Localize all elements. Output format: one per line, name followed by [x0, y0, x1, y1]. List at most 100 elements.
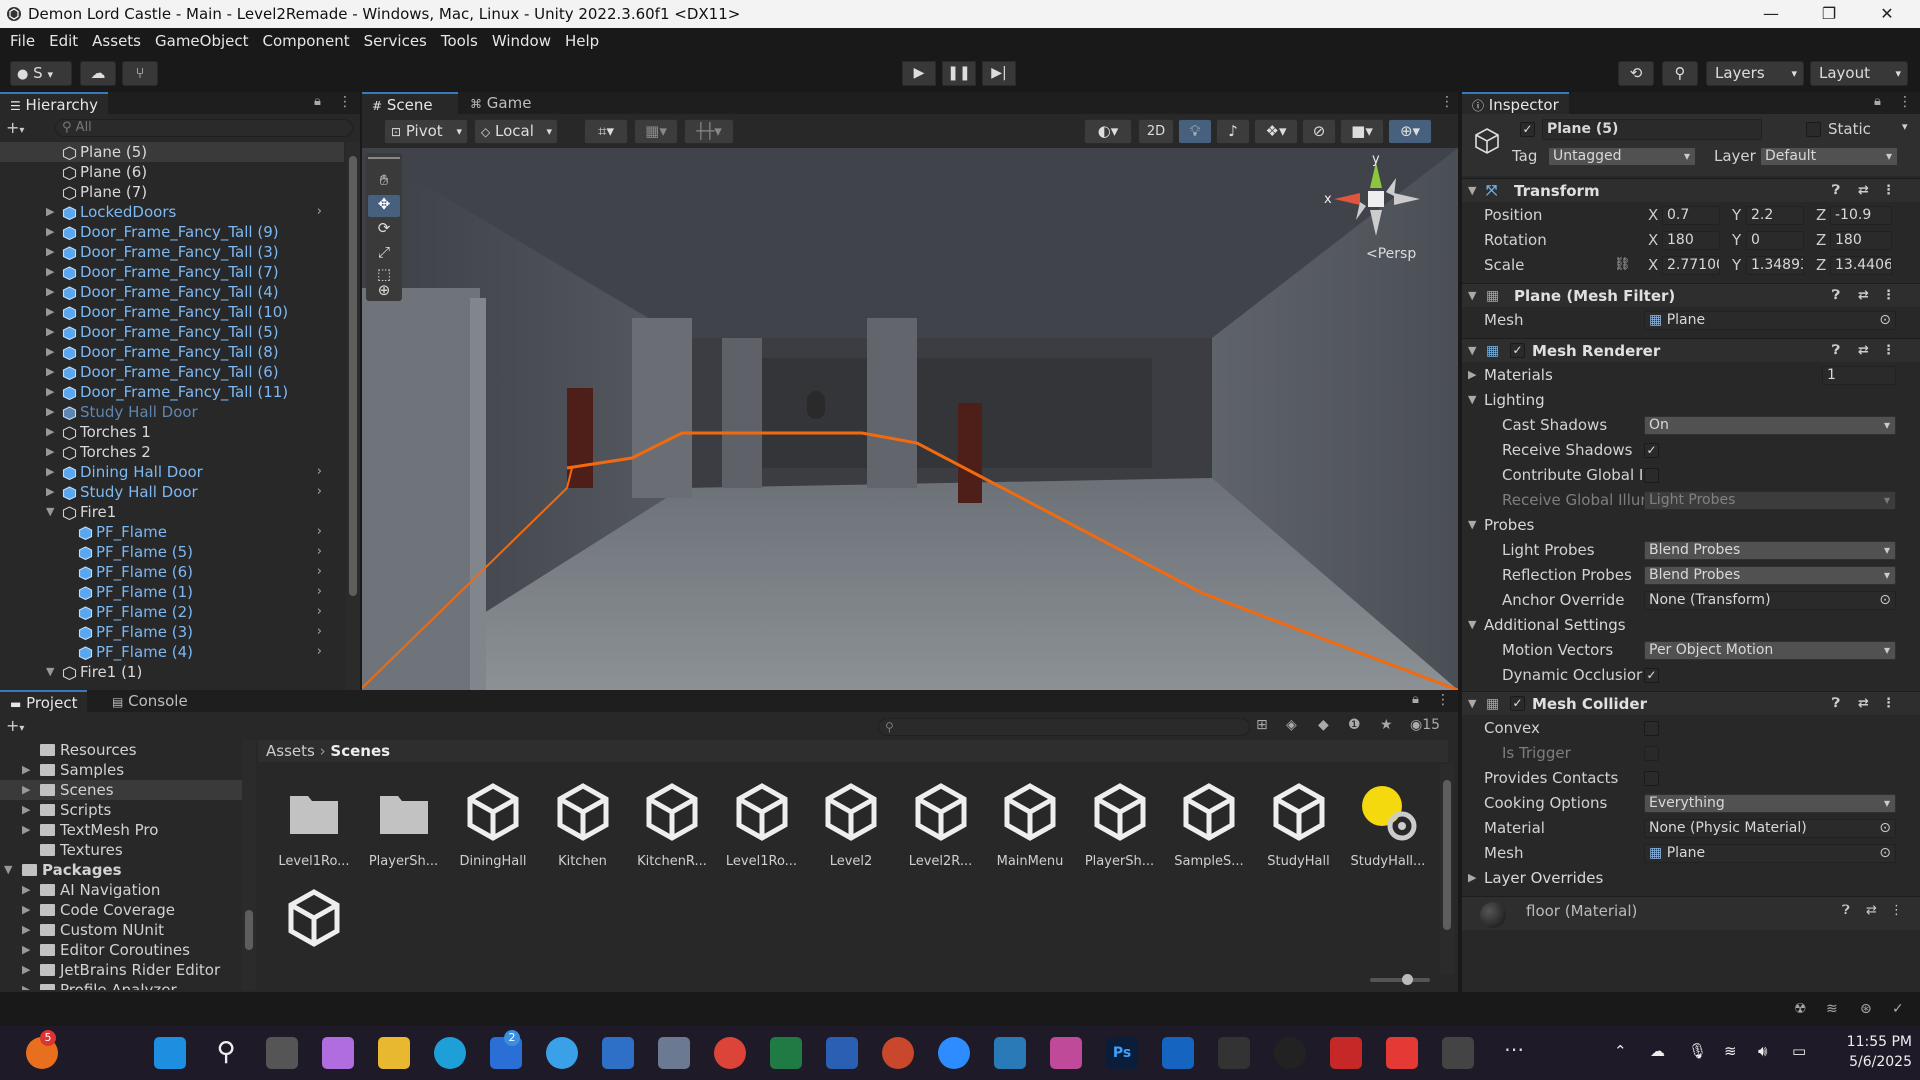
component-enabled-checkbox[interactable]: ✓ [1510, 696, 1525, 711]
collider-mesh-field[interactable]: ▦ Plane ⊙ [1644, 844, 1896, 863]
constrain-proportions-icon[interactable]: ⛓ [1614, 254, 1631, 276]
menu-tools[interactable]: Tools [434, 28, 485, 54]
asset-item[interactable]: Level1Ro... [720, 772, 804, 872]
search-by-label-icon[interactable]: ◈ [1286, 717, 1297, 733]
orientation-gizmo[interactable]: y x <Persp [1324, 152, 1434, 262]
transform-tool-icon[interactable]: ⊕ [368, 281, 400, 301]
hierarchy-row[interactable]: PF_Flame (3) › [0, 622, 344, 642]
chrome-icon[interactable] [714, 1037, 746, 1069]
add-object-button[interactable]: +▾ [6, 118, 46, 137]
project-folder-item[interactable]: ▶ JetBrains Rider Editor [0, 960, 242, 980]
git-icon[interactable] [1386, 1037, 1418, 1069]
asset-item[interactable]: Kitchen [541, 772, 625, 872]
pivot-dropdown[interactable]: ⊡ Pivot ▾ [384, 119, 468, 144]
more-icon[interactable]: ⋮ [338, 94, 352, 110]
asset-item[interactable]: PlayerSh... [362, 772, 446, 872]
microphone-icon[interactable]: 🎙︎ [1688, 1042, 1707, 1060]
component-header[interactable]: ▼ ▦ ✓ Mesh Renderer ❓︎ ⇄ ⋮ [1462, 338, 1920, 362]
mesh-field[interactable]: ▦ Plane ⊙ [1644, 311, 1896, 330]
project-folder-item[interactable]: Resources [0, 740, 242, 760]
collapsed-arrow-icon[interactable]: ▶ [22, 960, 30, 980]
probes-section[interactable]: ▼ Probes [1462, 514, 1920, 536]
close-button[interactable]: ✕ [1858, 0, 1916, 28]
search-icon[interactable]: ⚲ [210, 1037, 242, 1069]
collapsed-arrow-icon[interactable]: ▶ [46, 482, 54, 502]
unreal-icon[interactable] [1274, 1037, 1306, 1069]
hierarchy-row[interactable]: ▶ Torches 2 [0, 442, 344, 462]
volume-icon[interactable]: 🔊︎ [1758, 1042, 1767, 1060]
expanded-arrow-icon[interactable]: ▼ [1468, 339, 1476, 363]
object-picker-icon[interactable]: ⊙ [1879, 845, 1891, 862]
hierarchy-row[interactable]: ▶ Door_Frame_Fancy_Tall (7) [0, 262, 344, 282]
cooking-options-dropdown[interactable]: Everything [1644, 794, 1896, 813]
layer-overrides-section[interactable]: ▶ Layer Overrides [1462, 867, 1920, 889]
physic-material-field[interactable]: None (Physic Material) ⊙ [1644, 819, 1896, 838]
asset-item[interactable]: MainMenu [988, 772, 1072, 872]
asset-item[interactable]: PlayerSh... [1078, 772, 1162, 872]
copilot-icon[interactable] [322, 1037, 354, 1069]
more-icon[interactable]: ⋮ [1882, 339, 1895, 363]
3ds-max-icon[interactable] [994, 1037, 1026, 1069]
open-prefab-chevron-icon[interactable]: › [317, 602, 322, 622]
asset-item[interactable]: Level2R... [899, 772, 983, 872]
x-field[interactable]: 0.7 [1662, 206, 1720, 225]
lighting-toggle[interactable]: 💡︎ [1178, 119, 1212, 144]
wifi-icon[interactable]: ≋ [1724, 1042, 1737, 1060]
more-icon[interactable]: ⋮ [1890, 903, 1903, 918]
settings-icon[interactable] [658, 1037, 690, 1069]
hierarchy-row[interactable]: ▶ Door_Frame_Fancy_Tall (3) [0, 242, 344, 262]
asset-item[interactable]: StudyHall [1257, 772, 1341, 872]
hierarchy-row[interactable]: ▶ Door_Frame_Fancy_Tall (6) [0, 362, 344, 382]
cloud-button[interactable]: ☁ [80, 61, 116, 86]
powerpoint-icon[interactable] [882, 1037, 914, 1069]
preset-icon[interactable]: ⇄ [1858, 284, 1869, 308]
scale-tool-icon[interactable]: ⤢ [368, 243, 400, 265]
menu-gameobject[interactable]: GameObject [148, 28, 256, 54]
move-tool-icon[interactable]: ✥ [368, 195, 400, 217]
project-search-input[interactable]: ⚲ [878, 718, 1250, 736]
project-folder-item[interactable]: ▼ Packages [0, 860, 242, 880]
menu-window[interactable]: Window [485, 28, 558, 54]
preset-icon[interactable]: ⇄ [1866, 903, 1877, 918]
open-prefab-chevron-icon[interactable]: › [317, 642, 322, 662]
hierarchy-row[interactable]: PF_Flame (2) › [0, 602, 344, 622]
menu-edit[interactable]: Edit [42, 28, 85, 54]
preset-icon[interactable]: ⇄ [1858, 339, 1869, 363]
minimize-button[interactable]: — [1742, 0, 1800, 28]
breadcrumb-scenes[interactable]: Scenes [330, 742, 390, 760]
tray-chevron-icon[interactable]: ⌃ [1614, 1042, 1627, 1060]
outlook-icon[interactable] [1162, 1037, 1194, 1069]
collapsed-arrow-icon[interactable]: ▶ [46, 342, 54, 362]
collapsed-arrow-icon[interactable]: ▶ [22, 820, 30, 840]
debug-icon[interactable]: ☢ [1794, 1001, 1807, 1017]
photoshop-icon[interactable]: Ps [1106, 1037, 1138, 1069]
notepad-icon[interactable] [602, 1037, 634, 1069]
open-prefab-chevron-icon[interactable]: › [317, 582, 322, 602]
lock-icon[interactable]: 🔒︎ [1412, 692, 1419, 707]
play-button[interactable]: ▶ [902, 61, 936, 86]
expanded-arrow-icon[interactable]: ▼ [1468, 284, 1476, 308]
collapsed-arrow-icon[interactable]: ▶ [46, 382, 54, 402]
collapsed-arrow-icon[interactable]: ▶ [1468, 867, 1476, 889]
expanded-arrow-icon[interactable]: ▼ [1468, 614, 1476, 636]
search-button[interactable]: ⚲ [1662, 61, 1698, 86]
photos-icon[interactable] [1050, 1037, 1082, 1069]
hierarchy-row[interactable]: ▼ Fire1 [0, 502, 344, 522]
gizmos-dropdown[interactable]: ⊕▾ [1388, 119, 1432, 144]
file-explorer-icon[interactable] [378, 1037, 410, 1069]
component-header[interactable]: ▼ ▦ ✓ Mesh Collider ❓︎ ⇄ ⋮ [1462, 691, 1920, 715]
hierarchy-row[interactable]: Plane (7) [0, 182, 344, 202]
collapsed-arrow-icon[interactable]: ▶ [46, 262, 54, 282]
collapsed-arrow-icon[interactable]: ▶ [46, 322, 54, 342]
menu-component[interactable]: Component [256, 28, 357, 54]
favorite-star-icon[interactable]: ★ [1380, 717, 1393, 733]
collapsed-arrow-icon[interactable]: ▶ [22, 760, 30, 780]
project-folder-item[interactable]: ▶ Scenes [0, 780, 242, 800]
more-icon[interactable]: ⋮ [1882, 179, 1895, 203]
static-dropdown-arrow[interactable]: ▾ [1902, 120, 1908, 133]
expanded-arrow-icon[interactable]: ▼ [1468, 692, 1476, 716]
light-probes-dropdown[interactable]: Blend Probes [1644, 541, 1896, 560]
collapsed-arrow-icon[interactable]: ▶ [22, 940, 30, 960]
hierarchy-row[interactable]: ▶ LockedDoors › [0, 202, 344, 222]
expanded-arrow-icon[interactable]: ▼ [46, 502, 54, 522]
